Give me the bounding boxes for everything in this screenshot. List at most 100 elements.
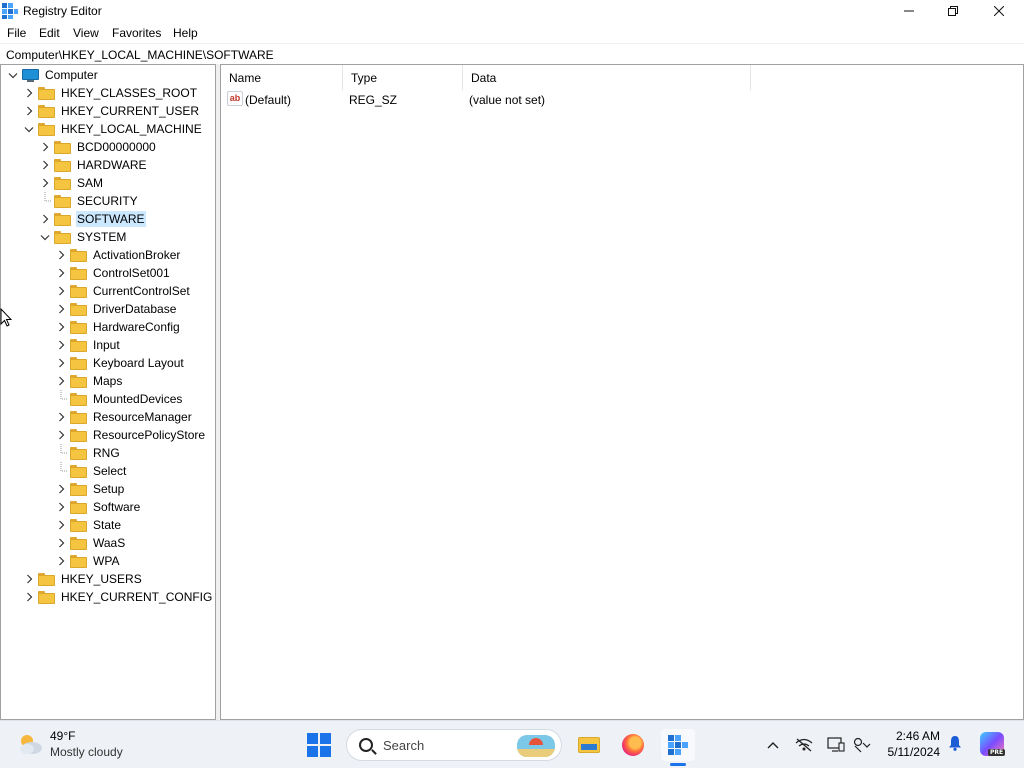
chevron-right-icon[interactable] [55, 354, 67, 372]
tree-node[interactable]: HardwareConfig [55, 318, 181, 336]
column-header-type[interactable]: Type [343, 65, 463, 90]
tree-node[interactable]: SYSTEM [39, 228, 127, 246]
chevron-right-icon[interactable] [39, 174, 51, 192]
address-path[interactable]: Computer\HKEY_LOCAL_MACHINE\SOFTWARE [6, 48, 274, 62]
tree-node-label[interactable]: Setup [92, 481, 125, 497]
tree-node[interactable]: SECURITY [39, 192, 139, 210]
chevron-right-icon[interactable] [23, 84, 35, 102]
chevron-down-icon[interactable] [23, 120, 35, 138]
chevron-right-icon[interactable] [55, 336, 67, 354]
tree-node-label[interactable]: SYSTEM [76, 229, 127, 245]
tree-node[interactable]: ResourceManager [55, 408, 193, 426]
chevron-right-icon[interactable] [55, 300, 67, 318]
menu-file[interactable]: File [7, 26, 26, 40]
tree-node-label[interactable]: ResourcePolicyStore [92, 427, 206, 443]
close-button[interactable] [976, 0, 1022, 22]
tree-node[interactable]: HKEY_USERS [23, 570, 143, 588]
display-status-button[interactable] [827, 736, 845, 754]
chevron-right-icon[interactable] [55, 318, 67, 336]
tree-node-label[interactable]: Computer [44, 67, 99, 83]
tree-node[interactable]: HKEY_CLASSES_ROOT [23, 84, 198, 102]
menu-favorites[interactable]: Favorites [112, 26, 161, 40]
partly-cloudy-icon[interactable] [16, 732, 44, 756]
tree-node-label[interactable]: Input [92, 337, 121, 353]
chevron-down-icon[interactable] [7, 66, 19, 84]
tree-node-label[interactable]: WaaS [92, 535, 126, 551]
clock-date[interactable]: 5/11/2024 [880, 745, 941, 759]
tree-node[interactable]: SAM [39, 174, 104, 192]
taskbar-registry-editor[interactable] [661, 729, 695, 761]
tree-node-label[interactable]: BCD00000000 [76, 139, 157, 155]
tree-node-label[interactable]: ActivationBroker [92, 247, 181, 263]
tree-node[interactable]: Maps [55, 372, 123, 390]
values-list[interactable]: Name Type Data ab (Default) REG_SZ (valu… [220, 64, 1024, 720]
taskbar-file-explorer[interactable] [572, 729, 606, 761]
tree-node[interactable]: DriverDatabase [55, 300, 177, 318]
tree-node-label-selected[interactable]: SOFTWARE [76, 211, 146, 227]
minimize-button[interactable] [886, 0, 932, 22]
tree-node[interactable]: CurrentControlSet [55, 282, 191, 300]
accessibility-status-button[interactable] [853, 736, 871, 754]
chevron-right-icon[interactable] [55, 516, 67, 534]
clock-time[interactable]: 2:46 AM [894, 729, 940, 743]
tree-node-label[interactable]: HKEY_CLASSES_ROOT [60, 85, 198, 101]
tree-node-label[interactable]: HKEY_LOCAL_MACHINE [60, 121, 203, 137]
tree-node[interactable]: MountedDevices [55, 390, 183, 408]
chevron-right-icon[interactable] [39, 156, 51, 174]
chevron-right-icon[interactable] [55, 408, 67, 426]
chevron-right-icon[interactable] [55, 552, 67, 570]
tree-node[interactable]: HKEY_LOCAL_MACHINE [23, 120, 203, 138]
tree-node[interactable]: Setup [55, 480, 125, 498]
tree-node[interactable]: WPA [55, 552, 120, 570]
taskbar-search[interactable]: Search [346, 729, 562, 761]
address-bar[interactable]: Computer\HKEY_LOCAL_MACHINE\SOFTWARE [0, 43, 1024, 64]
column-header-name[interactable]: Name [221, 65, 343, 90]
chevron-right-icon[interactable] [55, 498, 67, 516]
tree-node[interactable]: HKEY_CURRENT_CONFIG [23, 588, 213, 606]
tree-node-label[interactable]: ResourceManager [92, 409, 193, 425]
tree-node[interactable]: HKEY_CURRENT_USER [23, 102, 200, 120]
chevron-right-icon[interactable] [55, 246, 67, 264]
chevron-down-icon[interactable] [39, 228, 51, 246]
network-status-button[interactable] [795, 736, 813, 754]
tree-node[interactable]: State [55, 516, 122, 534]
tree-node[interactable]: ResourcePolicyStore [55, 426, 206, 444]
tree-node[interactable]: RNG [55, 444, 121, 462]
tree-node[interactable]: WaaS [55, 534, 126, 552]
tree-node[interactable]: Select [55, 462, 127, 480]
tree-node-label[interactable]: SECURITY [76, 193, 139, 209]
tree-node-label[interactable]: MountedDevices [92, 391, 183, 407]
tree-node-label[interactable]: HKEY_CURRENT_CONFIG [60, 589, 213, 605]
tree-node-label[interactable]: State [92, 517, 122, 533]
tree-node[interactable]: ControlSet001 [55, 264, 171, 282]
column-header-data[interactable]: Data [463, 65, 751, 90]
tree-node-label[interactable]: Software [92, 499, 141, 515]
tree-node[interactable]: BCD00000000 [39, 138, 157, 156]
chevron-right-icon[interactable] [23, 102, 35, 120]
weather-condition[interactable]: Mostly cloudy [50, 745, 123, 759]
tree-node-label[interactable]: HKEY_CURRENT_USER [60, 103, 200, 119]
tree-node[interactable]: HARDWARE [39, 156, 148, 174]
chevron-right-icon[interactable] [23, 570, 35, 588]
tree-node-computer[interactable]: Computer [7, 66, 99, 84]
chevron-right-icon[interactable] [55, 282, 67, 300]
show-hidden-icons-button[interactable] [764, 736, 782, 754]
tree-node-label[interactable]: ControlSet001 [92, 265, 171, 281]
notification-bell-icon[interactable] [948, 735, 962, 751]
menu-edit[interactable]: Edit [39, 26, 60, 40]
chevron-right-icon[interactable] [55, 426, 67, 444]
taskbar-firefox[interactable] [616, 729, 650, 761]
registry-tree[interactable]: Computer HKEY_CLASSES_ROOT HKEY_CURRENT_US… [0, 64, 216, 720]
start-button[interactable] [307, 733, 331, 757]
tree-node-label[interactable]: Keyboard Layout [92, 355, 185, 371]
chevron-right-icon[interactable] [55, 264, 67, 282]
chevron-right-icon[interactable] [55, 372, 67, 390]
restore-button[interactable] [930, 0, 976, 22]
tree-node[interactable]: Keyboard Layout [55, 354, 185, 372]
tree-node-label[interactable]: SAM [76, 175, 104, 191]
tree-node-label[interactable]: Select [92, 463, 127, 479]
value-row[interactable]: ab (Default) REG_SZ (value not set) [221, 91, 1021, 109]
chevron-right-icon[interactable] [39, 138, 51, 156]
tree-node-label[interactable]: Maps [92, 373, 123, 389]
tree-node-label[interactable]: HardwareConfig [92, 319, 181, 335]
